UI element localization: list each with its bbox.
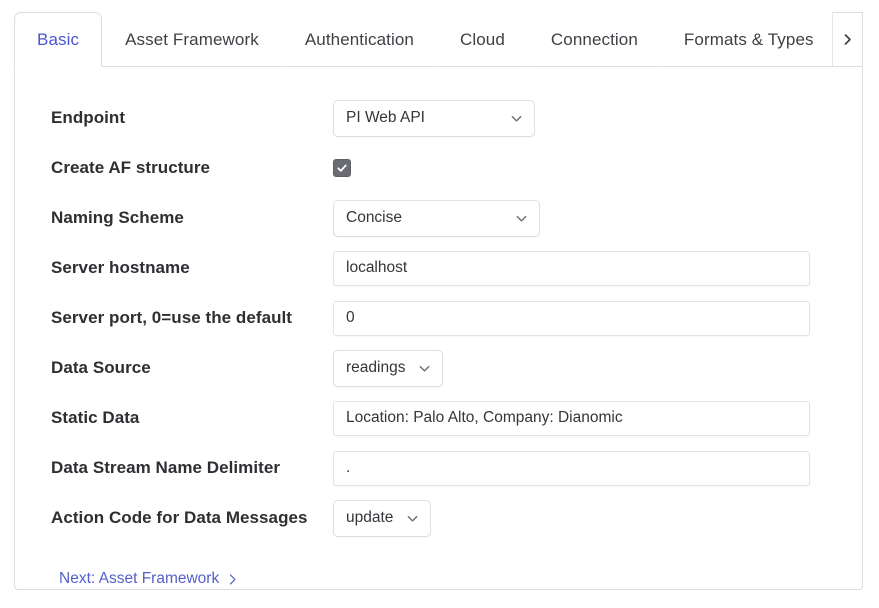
label-static-data: Static Data [51, 408, 140, 427]
label-create-af-structure: Create AF structure [51, 158, 211, 177]
control-data-source: readings [333, 349, 840, 387]
chevron-right-icon [226, 573, 239, 586]
action-code-select[interactable]: update [333, 499, 432, 537]
configuration-page: Basic Asset Framework Authentication Clo… [0, 0, 879, 608]
tab-asset-framework[interactable]: Asset Framework [102, 12, 282, 67]
tab-label: Connection [550, 29, 638, 49]
chevron-down-icon [514, 211, 529, 226]
control-action-code: update [333, 499, 840, 537]
tab-list: Basic Asset Framework Authentication Clo… [14, 12, 832, 67]
label-endpoint: Endpoint [51, 108, 126, 127]
tab-label: Cloud [459, 29, 505, 49]
form-row-data-stream-name-delimiter: Data Stream Name Delimiter [37, 443, 840, 493]
chevron-down-icon [509, 111, 524, 126]
label-naming-scheme: Naming Scheme [51, 208, 184, 227]
control-data-stream-name-delimiter [333, 450, 840, 486]
next-link-label: Next: Asset Framework [59, 570, 220, 587]
form-row-static-data: Static Data [37, 393, 840, 443]
control-server-hostname [333, 250, 840, 286]
form-row-naming-scheme: Naming Scheme Concise [37, 193, 840, 243]
tab-formats-and-types[interactable]: Formats & Types [660, 12, 832, 67]
control-create-af-structure [333, 159, 840, 177]
form-row-server-hostname: Server hostname [37, 243, 840, 293]
data-source-select[interactable]: readings [333, 349, 444, 387]
naming-scheme-select[interactable]: Concise [333, 199, 540, 237]
tab-label: Asset Framework [125, 29, 259, 49]
server-hostname-input[interactable] [333, 250, 810, 286]
control-naming-scheme: Concise [333, 199, 840, 237]
label-action-code: Action Code for Data Messages [51, 508, 308, 527]
server-port-input[interactable] [333, 300, 810, 336]
chevron-down-icon [417, 361, 432, 376]
label-server-port: Server port, 0=use the default [51, 308, 292, 327]
chevron-right-icon [841, 33, 854, 46]
tab-label: Formats & Types [683, 29, 814, 49]
form-row-endpoint: Endpoint PI Web API [37, 93, 840, 143]
data-stream-name-delimiter-input[interactable] [333, 450, 810, 486]
settings-card: Basic Asset Framework Authentication Clo… [14, 12, 863, 590]
basic-settings-panel: Endpoint PI Web API Create AF structure [14, 67, 863, 590]
endpoint-select-value: PI Web API [346, 109, 425, 126]
form-row-server-port: Server port, 0=use the default [37, 293, 840, 343]
tab-label: Authentication [304, 29, 414, 49]
create-af-structure-checkbox[interactable] [333, 159, 351, 177]
label-server-hostname: Server hostname [51, 258, 190, 277]
data-source-select-value: readings [346, 359, 406, 376]
endpoint-select[interactable]: PI Web API [333, 99, 535, 137]
check-icon [336, 162, 348, 174]
control-server-port [333, 300, 840, 336]
control-endpoint: PI Web API [333, 99, 840, 137]
naming-scheme-select-value: Concise [346, 209, 402, 226]
control-static-data [333, 400, 840, 436]
tab-connection[interactable]: Connection [527, 12, 661, 67]
next-asset-framework-link[interactable]: Next: Asset Framework [59, 570, 239, 588]
form-row-data-source: Data Source readings [37, 343, 840, 393]
label-data-source: Data Source [51, 358, 151, 377]
form-row-action-code: Action Code for Data Messages update [37, 493, 840, 543]
panel-footer: Next: Asset Framework [37, 557, 840, 601]
static-data-input[interactable] [333, 400, 810, 436]
label-data-stream-name-delimiter: Data Stream Name Delimiter [51, 458, 281, 477]
action-code-select-value: update [346, 509, 394, 526]
tab-bar: Basic Asset Framework Authentication Clo… [14, 12, 863, 67]
tab-scroll-right-button[interactable] [832, 12, 863, 67]
tab-label: Basic [37, 29, 80, 49]
chevron-down-icon [405, 511, 420, 526]
tab-basic[interactable]: Basic [14, 12, 103, 67]
tab-cloud[interactable]: Cloud [436, 12, 528, 67]
form-row-create-af-structure: Create AF structure [37, 143, 840, 193]
tab-authentication[interactable]: Authentication [281, 12, 437, 67]
